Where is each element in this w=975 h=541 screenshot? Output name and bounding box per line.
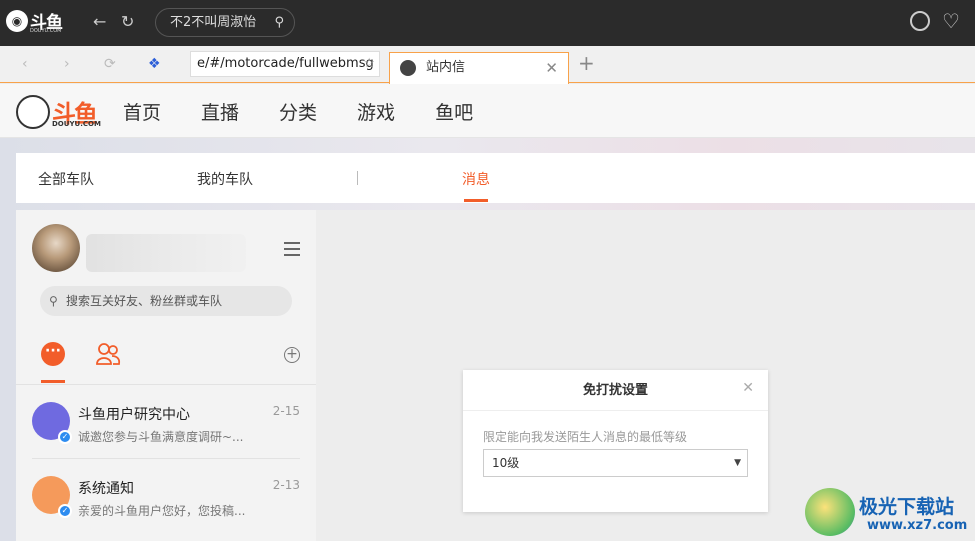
user-avatar[interactable] bbox=[32, 224, 80, 272]
browser-tabbar: ‹ › ⟳ ❖ e/#/motorcade/fullwebmsg ☆ 站内信 ✕… bbox=[0, 46, 975, 84]
tab-all-motorcade[interactable]: 全部车队 bbox=[38, 169, 94, 189]
nav-games[interactable]: 游戏 bbox=[357, 98, 395, 125]
watermark: 极光下载站 www.xz7.com bbox=[805, 488, 975, 541]
item-title: 系统通知 bbox=[78, 481, 134, 497]
tab-my-motorcade[interactable]: 我的车队 bbox=[197, 169, 253, 189]
history-icon[interactable] bbox=[910, 11, 930, 31]
search-icon: ⚲ bbox=[49, 294, 58, 308]
app-titlebar: ◉ 斗鱼 DOUYU.COM ← ↻ 不2不叫周淑怡 ⚲ ♡ bbox=[0, 0, 975, 46]
back-icon[interactable]: ← bbox=[93, 12, 106, 31]
item-title: 斗鱼用户研究中心 bbox=[78, 407, 190, 423]
app-logo[interactable]: ◉ 斗鱼 DOUYU.COM bbox=[6, 8, 63, 34]
active-tab-underline bbox=[464, 199, 488, 202]
verified-icon: ✓ bbox=[58, 504, 72, 518]
nav-yuba[interactable]: 鱼吧 bbox=[435, 98, 473, 125]
item-preview: 诚邀您参与斗鱼满意度调研~... bbox=[78, 430, 244, 444]
add-icon[interactable]: + bbox=[284, 347, 300, 363]
list-divider bbox=[16, 384, 316, 385]
item-preview: 亲爱的斗鱼用户您好，您投稿... bbox=[78, 504, 246, 518]
app-search-value: 不2不叫周淑怡 bbox=[170, 15, 257, 30]
chat-tab-underline bbox=[41, 380, 65, 383]
nav-category[interactable]: 分类 bbox=[279, 98, 317, 125]
browser-back-icon[interactable]: ‹ bbox=[22, 56, 28, 72]
list-item[interactable]: ✓ 斗鱼用户研究中心 诚邀您参与斗鱼满意度调研~... 2-15 bbox=[16, 386, 316, 460]
nav-home[interactable]: 首页 bbox=[123, 98, 161, 125]
site-nav: 首页 直播 分类 游戏 鱼吧 bbox=[123, 98, 513, 125]
app-search-input[interactable]: 不2不叫周淑怡 ⚲ bbox=[155, 8, 295, 37]
verified-icon: ✓ bbox=[58, 430, 72, 444]
nav-live[interactable]: 直播 bbox=[201, 98, 239, 125]
watermark-logo-icon bbox=[805, 488, 855, 536]
dialog-title: 免打扰设置 bbox=[463, 370, 768, 411]
list-item[interactable]: ✓ 系统通知 亲爱的斗鱼用户您好，您投稿... 2-13 bbox=[16, 460, 316, 534]
tab-close-icon[interactable]: ✕ bbox=[545, 53, 558, 83]
browser-refresh-icon[interactable]: ⟳ bbox=[104, 56, 116, 72]
heart-icon[interactable]: ♡ bbox=[942, 9, 960, 33]
site-header: 斗鱼 DOUYU.COM 首页 直播 分类 游戏 鱼吧 bbox=[0, 84, 975, 138]
item-date: 2-13 bbox=[272, 478, 300, 492]
address-text: e/#/motorcade/fullwebmsg bbox=[197, 56, 374, 71]
refresh-icon[interactable]: ↻ bbox=[121, 12, 134, 31]
item-date: 2-15 bbox=[272, 404, 300, 418]
bookmark-star-icon[interactable]: ☆ bbox=[363, 52, 375, 76]
contact-search-placeholder: 搜索互关好友、粉丝群或车队 bbox=[66, 294, 223, 308]
tab-favicon-icon bbox=[400, 60, 416, 76]
dnd-settings-dialog: 免打扰设置 ✕ 限定能向我发送陌生人消息的最低等级 10级 ▼ bbox=[463, 370, 768, 512]
dialog-label: 限定能向我发送陌生人消息的最低等级 bbox=[483, 430, 688, 444]
tab-divider bbox=[357, 171, 358, 185]
new-tab-icon[interactable]: + bbox=[578, 51, 595, 75]
watermark-title: 极光下载站 bbox=[859, 496, 955, 518]
search-icon[interactable]: ⚲ bbox=[274, 9, 284, 36]
site-logo[interactable]: 斗鱼 DOUYU.COM bbox=[16, 94, 101, 129]
douyu-logo-icon bbox=[16, 94, 50, 129]
tab-messages[interactable]: 消息 bbox=[462, 169, 490, 189]
browser-forward-icon[interactable]: › bbox=[64, 56, 70, 72]
paw-icon[interactable]: ❖ bbox=[148, 56, 161, 72]
level-select[interactable]: 10级 ▼ bbox=[483, 449, 748, 477]
douyu-fish-icon: ◉ bbox=[6, 9, 28, 32]
menu-icon[interactable] bbox=[284, 242, 300, 260]
user-name-blurred bbox=[86, 234, 246, 272]
app-logo-sub: DOUYU.COM bbox=[30, 28, 62, 34]
conversation-panel: ⚲ 搜索互关好友、粉丝群或车队 ··· + ✓ 斗鱼用户研究中心 诚邀您参与斗鱼… bbox=[16, 210, 316, 541]
watermark-url: www.xz7.com bbox=[867, 518, 968, 533]
close-icon[interactable]: ✕ bbox=[742, 380, 754, 396]
friends-icon[interactable] bbox=[95, 342, 121, 366]
list-divider bbox=[32, 458, 300, 459]
chat-bubble-icon[interactable]: ··· bbox=[41, 342, 65, 366]
contact-search-input[interactable]: ⚲ 搜索互关好友、粉丝群或车队 bbox=[40, 286, 292, 316]
tab-active[interactable]: 站内信 ✕ bbox=[389, 52, 569, 84]
site-logo-sub: DOUYU.COM bbox=[52, 120, 101, 128]
address-bar[interactable]: e/#/motorcade/fullwebmsg ☆ bbox=[190, 51, 380, 77]
tab-title: 站内信 bbox=[426, 60, 466, 75]
motorcade-tabs: 全部车队 我的车队 消息 bbox=[16, 153, 975, 203]
chevron-down-icon: ▼ bbox=[734, 458, 741, 468]
level-select-value: 10级 bbox=[492, 456, 520, 470]
